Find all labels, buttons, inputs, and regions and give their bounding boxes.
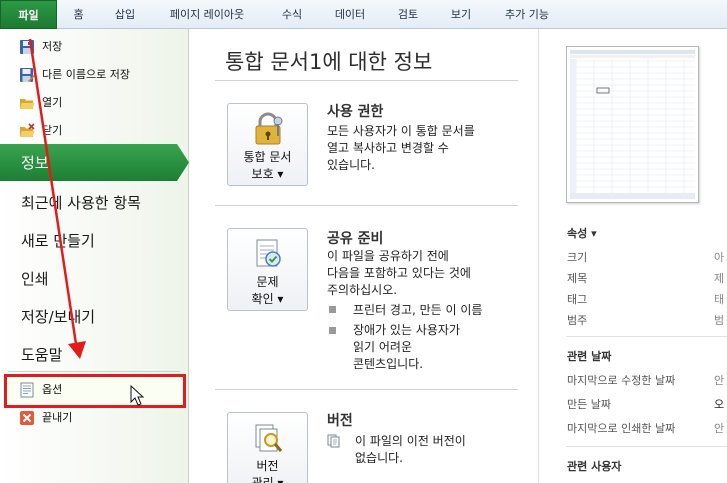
tab-formulas[interactable]: 수식: [271, 0, 313, 29]
dates-divider: [566, 446, 727, 447]
pane-divider: [538, 29, 539, 483]
tab-page-layout[interactable]: 페이지 레이아웃: [158, 0, 256, 29]
manage-versions-button[interactable]: 버전 관리 ▾: [227, 412, 308, 483]
tab-data[interactable]: 데이터: [325, 0, 375, 29]
permissions-heading: 사용 권한: [327, 104, 384, 120]
property-tags-label: 태그: [567, 293, 588, 306]
options-label: 옵션: [42, 383, 63, 396]
info-page-title: 통합 문서1에 대한 정보: [225, 50, 433, 74]
section-divider: [215, 389, 518, 390]
save-as-label: 다른 이름으로 저장: [42, 68, 130, 81]
versions-text-1: 이 파일의 이전 버전이: [355, 434, 466, 448]
tab-add-ins[interactable]: 추가 기능: [494, 0, 560, 29]
versions-text-2: 없습니다.: [355, 451, 403, 465]
date-printed-value: 안: [714, 422, 725, 435]
tab-file[interactable]: 파일: [0, 0, 57, 29]
backstage-tab-new[interactable]: 새로 만들기: [0, 222, 189, 259]
exit-command[interactable]: 끝내기: [0, 405, 189, 431]
check-for-issues-button[interactable]: 문제 확인 ▾: [227, 228, 308, 311]
prepare-bullet-2-line-1: 장애가 있는 사용자가: [353, 323, 460, 337]
related-dates-heading: 관련 날짜: [567, 350, 612, 363]
protect-workbook-button[interactable]: 통합 문서 보호 ▾: [227, 103, 308, 186]
save-as-command[interactable]: 다른 이름으로 저장: [0, 62, 189, 88]
options-icon: [19, 382, 35, 398]
nav-divider: [8, 371, 180, 372]
open-folder-icon: [19, 95, 35, 111]
permissions-text-3: 있습니다.: [327, 158, 375, 172]
backstage-tab-help[interactable]: 도움말: [0, 336, 189, 373]
date-modified-value: 안: [714, 374, 725, 387]
bullet-marker: [329, 306, 336, 313]
backstage-tab-info[interactable]: 정보: [0, 144, 189, 181]
backstage-tab-help-label: 도움말: [21, 346, 63, 364]
versions-button-label-2: 관리 ▾: [251, 476, 284, 483]
property-size-value: 아: [714, 251, 725, 264]
exit-icon: [19, 410, 35, 426]
backstage-tab-recent[interactable]: 최근에 사용한 항목: [0, 184, 189, 221]
property-category-label: 범주: [567, 314, 588, 327]
document-versions-icon: [327, 433, 341, 448]
options-command[interactable]: 옵션: [0, 377, 189, 403]
date-created-label: 만든 날짜: [567, 398, 611, 411]
open-command[interactable]: 열기: [0, 90, 189, 116]
versions-button-label-1: 버전: [256, 459, 279, 473]
backstage-tab-print-label: 인쇄: [21, 270, 49, 288]
protect-button-label-2: 보호 ▾: [251, 167, 284, 181]
issues-button-label-2: 확인 ▾: [251, 292, 284, 306]
tab-review[interactable]: 검토: [388, 0, 428, 29]
issues-button-label-1: 문제: [256, 275, 279, 289]
key-lock-icon: [251, 112, 285, 146]
save-label: 저장: [42, 40, 63, 53]
permissions-text-2: 열고 복사하고 변경할 수: [327, 141, 449, 155]
backstage-tab-info-label: 정보: [21, 154, 49, 172]
backstage-tab-save-send[interactable]: 저장/보내기: [0, 298, 189, 335]
date-printed-label: 마지막으로 인쇄한 날짜: [567, 422, 676, 435]
tab-insert[interactable]: 삽입: [103, 0, 147, 29]
exit-label: 끝내기: [42, 411, 73, 424]
save-command[interactable]: 저장: [0, 34, 189, 60]
save-icon: [19, 39, 35, 55]
backstage-tab-recent-label: 최근에 사용한 항목: [21, 194, 141, 212]
protect-button-label-1: 통합 문서: [243, 150, 292, 164]
properties-heading[interactable]: 속성 ▾: [567, 225, 597, 241]
backstage-tab-new-label: 새로 만들기: [21, 232, 95, 250]
property-tags-value[interactable]: 태: [714, 291, 724, 307]
close-label: 닫기: [42, 124, 63, 137]
prepare-bullet-2-line-2: 읽기 어려운: [353, 340, 413, 354]
prepare-heading: 공유 준비: [327, 231, 384, 247]
property-title-label: 제목: [567, 272, 588, 285]
tab-home[interactable]: 홈: [60, 0, 97, 29]
prepare-bullet-1: 프린터 경고, 만든 이 이름: [353, 303, 483, 317]
backstage-tab-save-send-label: 저장/보내기: [21, 308, 96, 326]
checklist-icon: [251, 237, 285, 271]
open-label: 열기: [42, 96, 63, 109]
property-size-label: 크기: [567, 251, 588, 264]
save-as-icon: [19, 67, 35, 83]
related-people-heading: 관련 사용자: [567, 460, 622, 473]
properties-divider: [566, 336, 727, 337]
thumbnail-sheet-grid: [570, 50, 695, 199]
permissions-text-1: 모든 사용자가 이 통합 문서를: [327, 124, 475, 138]
version-search-icon: [251, 421, 285, 455]
property-title-value[interactable]: 제: [714, 270, 724, 286]
versions-heading: 버전: [327, 413, 353, 429]
title-divider: [215, 80, 518, 81]
bullet-marker: [329, 327, 336, 334]
date-created-value: 오: [714, 398, 725, 411]
tab-view[interactable]: 보기: [441, 0, 481, 29]
date-modified-label: 마지막으로 수정한 날짜: [567, 374, 676, 387]
ribbon-tab-bar: 파일 홈 삽입 페이지 레이아웃 수식 데이터 검토 보기 추가 기능: [0, 0, 727, 29]
workbook-thumbnail[interactable]: [566, 46, 699, 203]
close-folder-icon: [19, 123, 35, 139]
prepare-text-3: 주의하십시오.: [327, 283, 398, 297]
excel-backstage-window: 파일 홈 삽입 페이지 레이아웃 수식 데이터 검토 보기 추가 기능 저장 다…: [0, 0, 727, 483]
prepare-text-1: 이 파일을 공유하기 전에: [327, 249, 449, 263]
prepare-bullet-2-line-3: 콘텐츠입니다.: [353, 357, 424, 371]
close-command[interactable]: 닫기: [0, 118, 189, 144]
backstage-tab-print[interactable]: 인쇄: [0, 260, 189, 297]
section-divider: [215, 205, 518, 206]
prepare-text-2: 다음을 포함하고 있다는 것에: [327, 266, 471, 280]
property-category-value[interactable]: 범: [714, 312, 724, 328]
